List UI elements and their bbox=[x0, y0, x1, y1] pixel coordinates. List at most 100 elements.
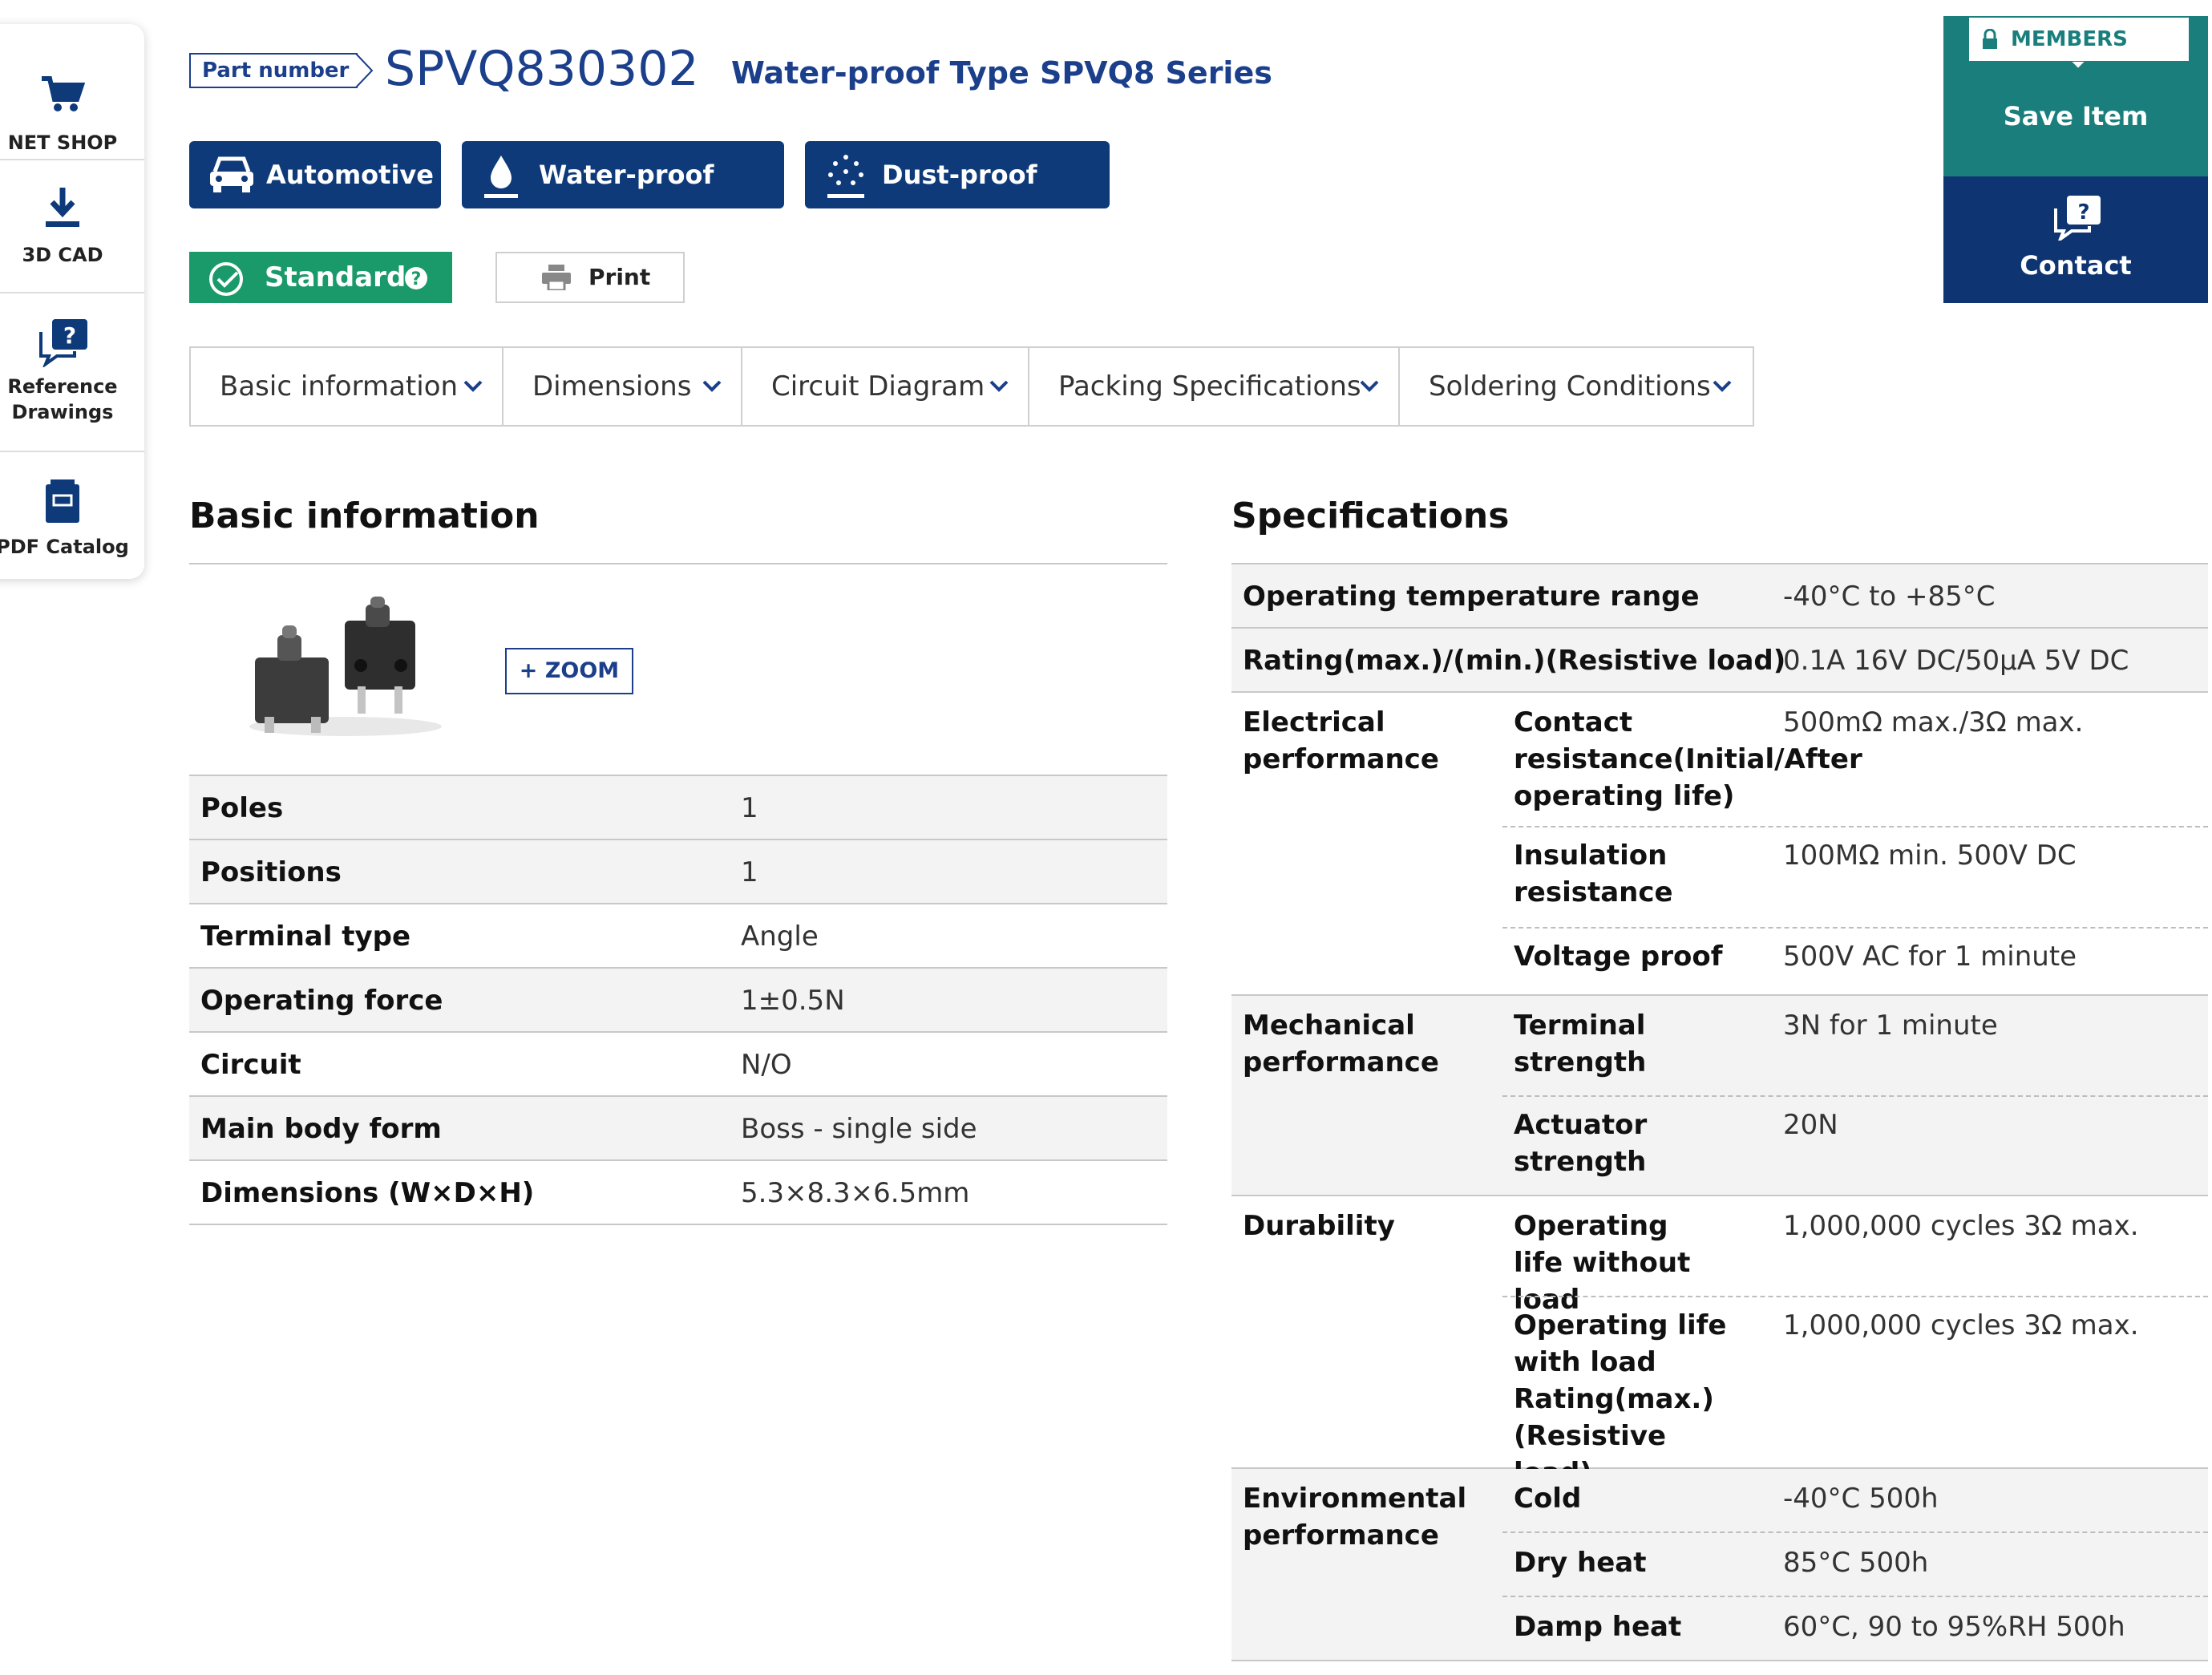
table-row: Dimensions (W×D×H) 5.3×8.3×6.5mm bbox=[189, 1161, 1167, 1225]
row-label: Positions bbox=[200, 856, 342, 888]
spec-group-durability: Durability Operating life without load 1… bbox=[1231, 1196, 2208, 1489]
help-icon[interactable]: ? bbox=[404, 266, 428, 290]
nav-label: Basic information bbox=[220, 370, 459, 403]
spec-label: Rating(max.)/(min.)(Resistive load) bbox=[1243, 645, 1786, 677]
tag-arrow-icon bbox=[356, 53, 374, 88]
sidebar-item-label: PDF Catalog bbox=[0, 536, 129, 558]
dust-icon bbox=[827, 155, 864, 198]
zoom-label: ZOOM bbox=[544, 658, 620, 683]
row-value: 5.3×8.3×6.5mm bbox=[741, 1177, 970, 1209]
sidebar-item-label: NET SHOP bbox=[7, 131, 118, 154]
row-label: Terminal type bbox=[200, 920, 411, 953]
divider bbox=[189, 563, 1167, 564]
sidebar-item-reference-drawings[interactable]: ? Reference Drawings bbox=[0, 295, 144, 452]
svg-text:?: ? bbox=[411, 269, 422, 289]
tag-dust-proof[interactable]: Dust-proof Type bbox=[805, 141, 1110, 257]
spec-value: 20N bbox=[1783, 1109, 1838, 1141]
divider bbox=[1502, 1596, 2208, 1597]
sidebar-item-net-shop[interactable]: NET SHOP bbox=[0, 48, 144, 176]
nav-label: Dimensions bbox=[532, 370, 692, 403]
spec-row-rating: Rating(max.)/(min.)(Resistive load) 0.1A… bbox=[1231, 629, 2208, 693]
catalog-book-icon bbox=[46, 479, 79, 523]
spec-value: 60°C, 90 to 95%RH 500h bbox=[1783, 1611, 2125, 1643]
nav-packing-specifications[interactable]: Packing Specifications bbox=[1029, 348, 1400, 425]
tag-automotive[interactable]: Automotive bbox=[189, 141, 441, 208]
badge-pointer bbox=[2070, 61, 2086, 71]
spec-label: Operating life without load bbox=[1514, 1210, 1691, 1316]
water-drop-icon bbox=[484, 156, 518, 198]
part-number-label: Part number bbox=[189, 53, 358, 88]
car-icon bbox=[210, 156, 253, 192]
nav-basic-information[interactable]: Basic information bbox=[191, 348, 503, 425]
spec-row-temperature: Operating temperature range -40°C to +85… bbox=[1231, 564, 2208, 629]
print-button[interactable]: Print bbox=[495, 252, 685, 303]
spec-label: Voltage proof bbox=[1514, 941, 1723, 973]
row-label: Circuit bbox=[200, 1049, 301, 1081]
spec-label: Terminal strength bbox=[1514, 1009, 1647, 1078]
divider bbox=[0, 292, 144, 293]
spec-group-electrical: Electrical performance Contact resistanc… bbox=[1231, 693, 2208, 996]
spec-group-mechanical: Mechanical performance Terminal strength… bbox=[1231, 996, 2208, 1196]
download-icon bbox=[46, 188, 79, 227]
divider bbox=[1502, 1296, 2208, 1297]
chevron-down-icon bbox=[463, 380, 483, 392]
printer-icon bbox=[542, 265, 571, 290]
spec-value: 3N for 1 minute bbox=[1783, 1009, 1998, 1042]
spec-label: Dry heat bbox=[1514, 1547, 1647, 1579]
svg-text:?: ? bbox=[63, 322, 76, 349]
nav-circuit-diagram[interactable]: Circuit Diagram bbox=[742, 348, 1029, 425]
table-row: Circuit N/O bbox=[189, 1033, 1167, 1097]
spec-value: 85°C 500h bbox=[1783, 1547, 1929, 1579]
divider bbox=[0, 451, 144, 452]
nav-dimensions[interactable]: Dimensions bbox=[503, 348, 742, 425]
zoom-button[interactable]: + ZOOM bbox=[505, 648, 633, 694]
save-item-button[interactable]: MEMBERS ONLY Save Item bbox=[1943, 16, 2208, 176]
divider bbox=[1502, 826, 2208, 827]
contact-button[interactable]: ? Contact bbox=[1943, 176, 2208, 303]
section-nav: Basic information Dimensions Circuit Dia… bbox=[189, 346, 1754, 427]
row-value: Boss - single side bbox=[741, 1113, 977, 1145]
spec-label: Damp heat bbox=[1514, 1611, 1682, 1643]
spec-label: Operating temperature range bbox=[1243, 581, 1700, 613]
product-image bbox=[249, 597, 442, 736]
table-row: Terminal type Angle bbox=[189, 904, 1167, 969]
lock-icon bbox=[1983, 29, 1997, 49]
save-item-label: Save Item bbox=[2003, 101, 2149, 131]
spec-value: 0.1A 16V DC/50μA 5V DC bbox=[1783, 645, 2129, 677]
spec-value: -40°C 500h bbox=[1783, 1483, 1939, 1515]
tag-water-proof[interactable]: Water-proof Type bbox=[462, 141, 784, 257]
standard-badge[interactable]: Standard ? bbox=[189, 252, 452, 303]
spec-group-label: Electrical performance bbox=[1243, 706, 1439, 775]
row-value: N/O bbox=[741, 1049, 792, 1081]
standard-label: Standard bbox=[265, 261, 406, 293]
spec-group-label: Environmental performance bbox=[1243, 1483, 1467, 1552]
side-toolbar: NET SHOP 3D CAD ? Reference Drawings PDF… bbox=[0, 24, 144, 579]
spec-label: Operating life with load Rating(max.)(Re… bbox=[1514, 1309, 1727, 1489]
nav-label: Packing Specifications bbox=[1058, 370, 1361, 403]
spec-label: Contact resistance(Initial/After operati… bbox=[1514, 706, 1862, 812]
spec-group-label: Mechanical performance bbox=[1243, 1009, 1439, 1078]
row-value: Angle bbox=[741, 920, 819, 953]
divider bbox=[1502, 1531, 2208, 1533]
sidebar-item-pdf-catalog[interactable]: PDF Catalog bbox=[0, 454, 144, 574]
spec-value: 1,000,000 cycles 3Ω max. bbox=[1783, 1210, 2139, 1242]
plus-icon: + bbox=[519, 658, 545, 683]
chevron-down-icon bbox=[1360, 380, 1379, 392]
basic-information-heading: Basic information bbox=[189, 496, 540, 536]
table-row: Positions 1 bbox=[189, 840, 1167, 904]
row-label: Main body form bbox=[200, 1113, 442, 1145]
print-label: Print bbox=[588, 264, 651, 290]
chevron-down-icon bbox=[1713, 380, 1732, 392]
sidebar-item-3d-cad[interactable]: 3D CAD bbox=[0, 162, 144, 293]
divider bbox=[0, 159, 144, 160]
tag-label: Automotive bbox=[266, 160, 434, 190]
row-label: Poles bbox=[200, 792, 284, 824]
spec-value: -40°C to +85°C bbox=[1783, 581, 1996, 613]
table-row: Main body form Boss - single side bbox=[189, 1097, 1167, 1161]
spec-value: 500mΩ max./3Ω max. bbox=[1783, 706, 2084, 738]
question-chat-icon: ? bbox=[39, 319, 87, 367]
spec-value: 1,000,000 cycles 3Ω max. bbox=[1783, 1309, 2139, 1341]
specifications-heading: Specifications bbox=[1231, 496, 1510, 536]
divider bbox=[1502, 1095, 2208, 1097]
nav-soldering-conditions[interactable]: Soldering Conditions bbox=[1400, 348, 1753, 425]
